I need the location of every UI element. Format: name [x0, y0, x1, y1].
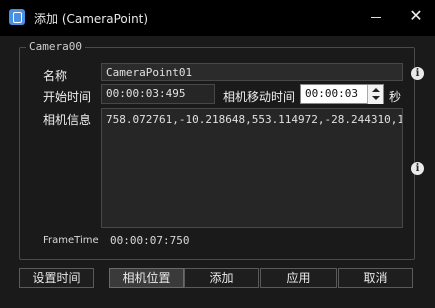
title-bar: 添加 (CameraPoint) ✕	[0, 0, 435, 36]
camera-position-button[interactable]: 相机位置	[109, 268, 184, 288]
start-time-field[interactable]: 00:00:03:495	[101, 84, 215, 104]
apply-button[interactable]: 应用	[260, 268, 337, 288]
cancel-button[interactable]: 取消	[338, 268, 413, 288]
add-button[interactable]: 添加	[184, 268, 259, 288]
close-button[interactable]: ✕	[406, 6, 426, 26]
group-title: Camera00	[26, 40, 85, 53]
info-icon[interactable]: i	[411, 162, 424, 175]
frametime-value: 00:00:07:750	[110, 234, 190, 247]
camera-move-time-label: 相机移动时间	[223, 90, 296, 104]
spin-up-icon[interactable]	[372, 87, 380, 92]
app-icon	[9, 9, 25, 25]
camera-info-textarea[interactable]: 758.072761,-10.218648,553.114972,-28.244…	[101, 108, 403, 228]
info-icon[interactable]: i	[411, 67, 424, 80]
minimize-button[interactable]	[368, 9, 384, 25]
spin-arrows[interactable]	[367, 84, 383, 104]
name-field[interactable]: CameraPoint01	[101, 63, 403, 81]
start-time-label: 开始时间	[43, 90, 92, 104]
name-label: 名称	[43, 69, 68, 83]
camera-move-time-value: 00:00:03	[305, 87, 358, 100]
spin-down-icon[interactable]	[372, 95, 380, 100]
frametime-label: FrameTime	[43, 235, 99, 246]
window-title: 添加 (CameraPoint)	[34, 12, 149, 26]
set-time-button[interactable]: 设置时间	[19, 268, 94, 288]
seconds-label: 秒	[389, 90, 402, 104]
camera-info-label: 相机信息	[43, 113, 92, 127]
